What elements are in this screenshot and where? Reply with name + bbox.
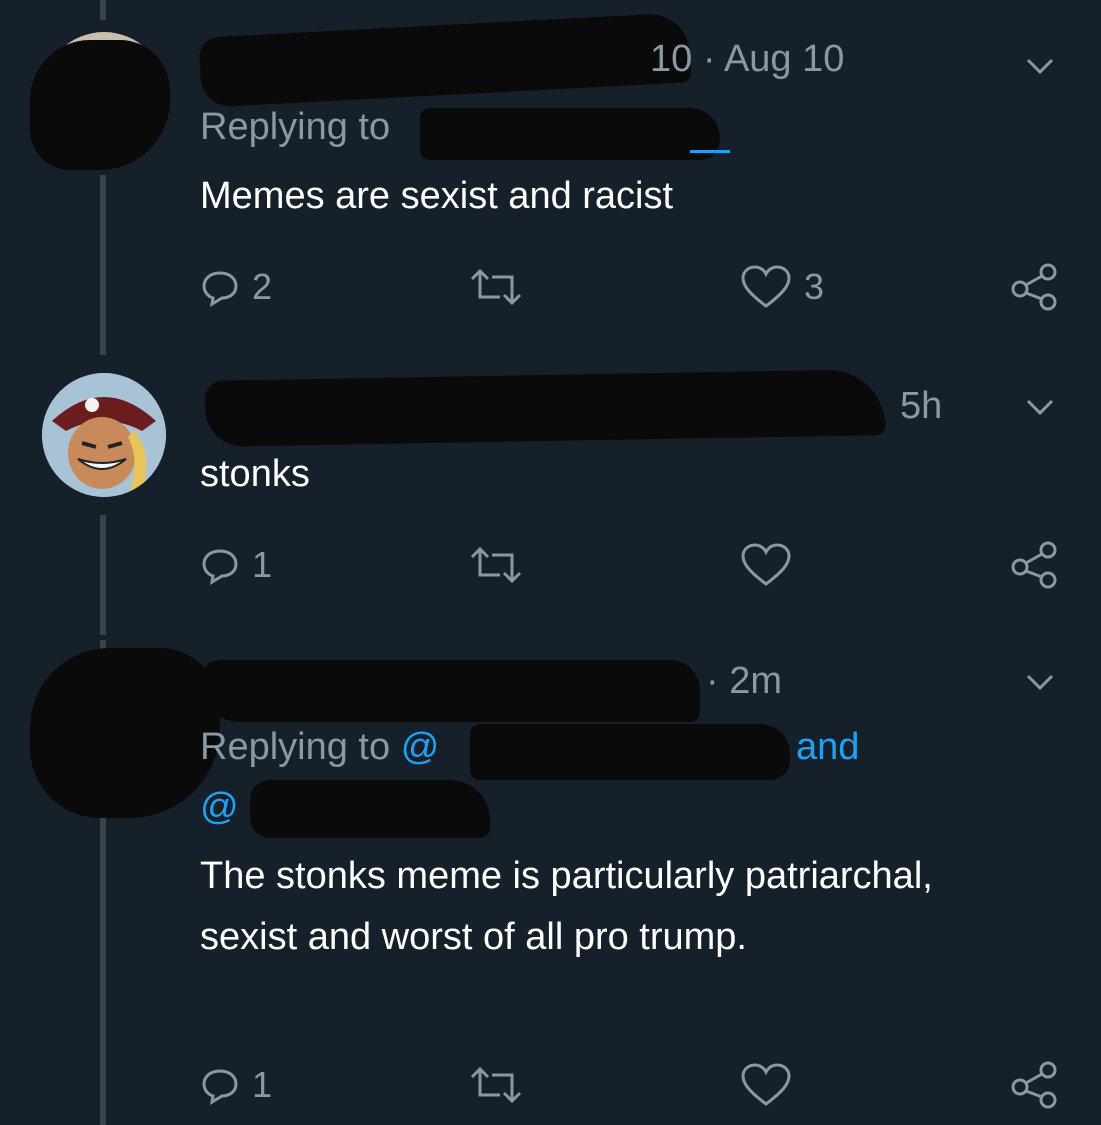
share-icon <box>1011 1061 1057 1109</box>
reply-button[interactable]: 2 <box>200 262 272 312</box>
tweet-1[interactable]: 10 · Aug 10 Replying to Memes are sexist… <box>0 0 1101 355</box>
tweet-actions: 1 <box>200 1060 1060 1110</box>
reply-icon <box>202 549 238 585</box>
redaction <box>204 369 886 447</box>
redaction <box>198 12 692 108</box>
share-button[interactable] <box>1010 262 1060 312</box>
redaction <box>30 648 220 818</box>
retweet-button[interactable] <box>468 540 524 590</box>
share-button[interactable] <box>1010 540 1060 590</box>
share-button[interactable] <box>1010 1060 1060 1110</box>
tweet-time: 5h <box>900 385 943 427</box>
tweet-text: Memes are sexist and racist <box>200 175 674 217</box>
tweet-2[interactable]: 5h stonks 1 <box>0 355 1101 640</box>
pirate-avatar-icon <box>42 373 166 497</box>
replying-to-label: Replying to <box>200 106 391 148</box>
redaction <box>250 780 490 838</box>
heart-icon <box>741 1063 791 1106</box>
chevron-down-icon[interactable] <box>1023 48 1057 82</box>
mention-and: and <box>796 726 860 768</box>
tweet-text: stonks <box>200 453 310 495</box>
retweet-button[interactable] <box>468 1060 524 1110</box>
thread-line <box>100 175 106 355</box>
tweet-actions: 2 3 <box>200 262 1060 312</box>
tweet-time: 10 · Aug 10 <box>650 38 845 80</box>
replying-to-line: Replying to @ <box>200 726 439 769</box>
redaction <box>30 40 170 170</box>
reply-count: 1 <box>252 544 273 585</box>
tweet-actions: 1 <box>200 540 1060 590</box>
retweet-icon <box>470 268 522 306</box>
share-icon <box>1011 263 1057 311</box>
thread-line <box>100 515 106 635</box>
replying-to-label: Replying to <box>200 726 391 768</box>
mention-link[interactable]: @ <box>401 726 440 768</box>
chevron-down-icon[interactable] <box>1023 664 1057 698</box>
like-button[interactable]: 3 <box>740 262 824 312</box>
reply-button[interactable]: 1 <box>200 540 272 590</box>
mention-underline <box>690 150 730 153</box>
reply-icon <box>202 271 238 307</box>
retweet-icon <box>470 546 522 584</box>
retweet-button[interactable] <box>468 262 524 312</box>
redaction <box>200 660 700 722</box>
like-button[interactable] <box>740 1060 804 1110</box>
heart-icon <box>741 265 791 308</box>
redaction <box>470 724 790 780</box>
share-icon <box>1011 541 1057 589</box>
mention-link-2[interactable]: @ <box>200 786 239 829</box>
like-count: 3 <box>804 266 825 307</box>
retweet-icon <box>470 1066 522 1104</box>
avatar[interactable] <box>42 373 166 497</box>
thread-line-top <box>100 0 106 20</box>
tweet-text: The stonks meme is particularly patriarc… <box>200 855 933 958</box>
redaction <box>420 108 720 160</box>
tweet-time: · 2m <box>706 660 782 702</box>
reply-button[interactable]: 1 <box>200 1060 272 1110</box>
reply-count: 2 <box>252 266 273 307</box>
chevron-down-icon[interactable] <box>1023 389 1057 423</box>
reply-icon <box>202 1069 238 1105</box>
reply-count: 1 <box>252 1064 273 1105</box>
heart-icon <box>741 543 791 586</box>
tweet-3[interactable]: · 2m Replying to @ and @ The stonks meme… <box>0 640 1101 1125</box>
like-button[interactable] <box>740 540 804 590</box>
thread-line <box>100 785 106 1125</box>
